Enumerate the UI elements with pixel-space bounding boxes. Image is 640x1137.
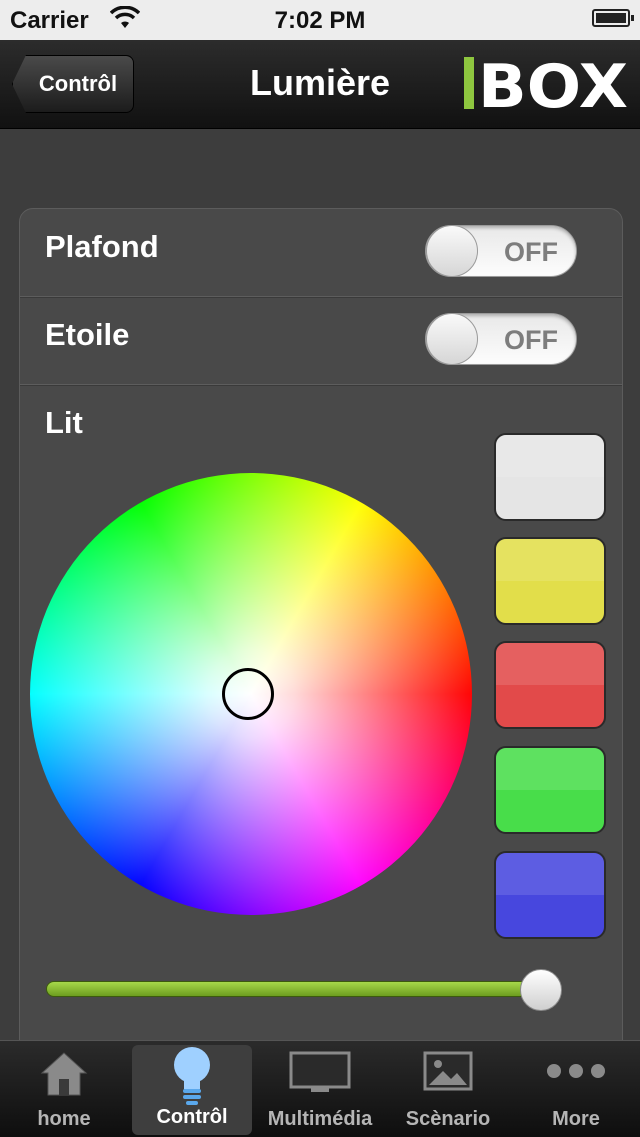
tab-scenario[interactable]: Scènario	[384, 1041, 512, 1137]
navigation-bar: Contrôl Lumière BOX	[0, 40, 640, 129]
etoile-toggle[interactable]: OFF	[425, 313, 577, 365]
tab-label: Scènario	[405, 1108, 491, 1130]
toggle-knob	[426, 313, 478, 365]
brightness-slider[interactable]	[46, 981, 556, 997]
light-control-panel: Plafond OFF Etoile OFF Lit	[19, 208, 623, 1070]
row-divider	[20, 384, 622, 386]
tab-label: More	[552, 1108, 600, 1130]
picture-icon	[423, 1051, 473, 1091]
tab-more[interactable]: More	[512, 1041, 640, 1137]
tab-bar: home Contrôl Multimédia Scènario More	[0, 1040, 640, 1137]
plafond-label: Plafond	[45, 229, 159, 264]
monitor-icon	[289, 1051, 351, 1092]
row-divider	[20, 296, 622, 298]
status-bar: Carrier 7:02 PM	[0, 0, 640, 40]
brightness-slider-handle[interactable]	[519, 969, 562, 1011]
plafond-toggle[interactable]: OFF	[425, 225, 577, 277]
clock: 7:02 PM	[274, 7, 366, 34]
logo-text: BOX	[478, 57, 628, 111]
preset-green-swatch[interactable]	[494, 746, 606, 834]
toggle-knob	[426, 225, 478, 277]
tab-home[interactable]: home	[0, 1041, 128, 1137]
battery-icon	[592, 9, 634, 27]
tab-label: Contrôl	[156, 1106, 228, 1128]
lit-label: Lit	[45, 405, 83, 440]
tab-label: home	[37, 1108, 91, 1130]
tab-control[interactable]: Contrôl	[132, 1045, 252, 1135]
preset-red-swatch[interactable]	[494, 641, 606, 729]
etoile-label: Etoile	[45, 317, 130, 352]
ibox-logo: BOX	[464, 57, 628, 111]
preset-blue-swatch[interactable]	[494, 851, 606, 939]
color-picker-handle[interactable]	[222, 668, 274, 720]
preset-white-swatch[interactable]	[494, 433, 606, 521]
lightbulb-icon	[174, 1047, 210, 1105]
toggle-state-label: OFF	[504, 237, 558, 267]
preset-yellow-swatch[interactable]	[494, 537, 606, 625]
toggle-state-label: OFF	[504, 325, 558, 355]
tab-multimedia[interactable]: Multimédia	[256, 1041, 384, 1137]
more-dots-icon	[547, 1064, 605, 1078]
house-icon	[40, 1052, 88, 1096]
tab-label: Multimédia	[267, 1108, 373, 1130]
